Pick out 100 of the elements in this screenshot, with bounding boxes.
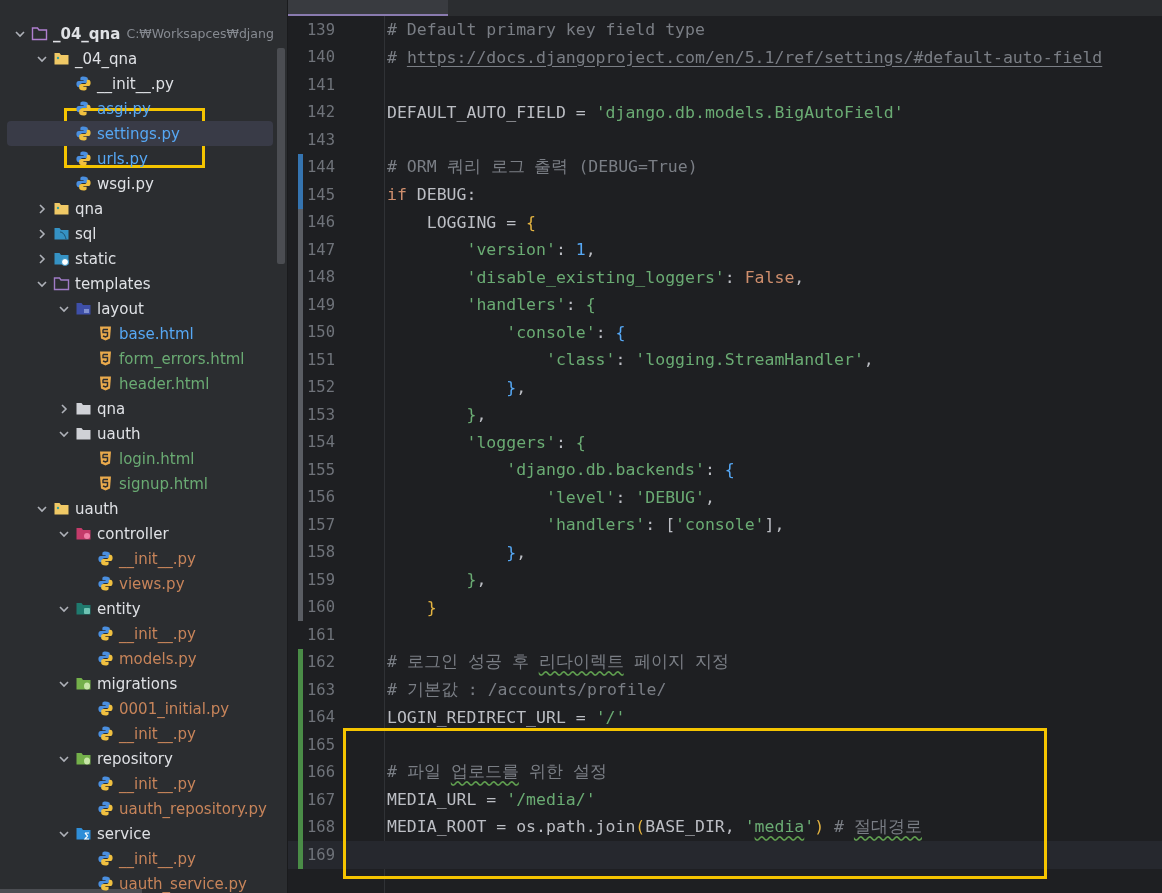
line-number: 168 xyxy=(306,818,335,837)
tree-item[interactable]: controller xyxy=(7,521,273,546)
code-line: 'loggers': { xyxy=(465,432,586,452)
folder-icon xyxy=(75,400,92,417)
line-number: 146 xyxy=(306,213,335,232)
tree-item[interactable]: __init__.py xyxy=(7,621,273,646)
code-line: }, xyxy=(505,542,527,562)
line-number: 155 xyxy=(306,460,335,479)
line-number: 166 xyxy=(306,763,335,782)
python-icon xyxy=(97,725,114,742)
tree-item[interactable]: layout xyxy=(7,296,273,321)
file-name: qna xyxy=(97,399,126,418)
folder-icon xyxy=(53,200,70,217)
scrollbar[interactable] xyxy=(277,48,285,264)
python-icon xyxy=(75,150,92,167)
tree-item[interactable]: wsgi.py xyxy=(7,171,273,196)
file-name: uauth xyxy=(97,424,141,443)
file-name: __init__.py xyxy=(119,724,196,743)
tree-item[interactable]: entity xyxy=(7,596,273,621)
code-line: if DEBUG: xyxy=(387,185,477,205)
tree-item[interactable]: sql xyxy=(7,221,273,246)
file-name: __init__.py xyxy=(97,74,174,93)
folder-icon xyxy=(75,600,92,617)
tree-item[interactable]: settings.py xyxy=(7,121,273,146)
tree-item[interactable]: uauth xyxy=(7,421,273,446)
editor-tab[interactable] xyxy=(288,0,448,16)
tree-item[interactable]: uauth_repository.py xyxy=(7,796,273,821)
line-number: 144 xyxy=(306,158,335,177)
tree-item[interactable]: __init__.py xyxy=(7,771,273,796)
tree-item[interactable]: service xyxy=(7,821,273,846)
code-line: # https://docs.djangoproject.com/en/5.1/ref/settings/#default-auto-field xyxy=(387,47,1103,67)
tree-item[interactable]: models.py xyxy=(7,646,273,671)
tree-item[interactable]: __init__.py xyxy=(7,546,273,571)
python-icon xyxy=(75,75,92,92)
file-name: layout xyxy=(97,299,144,318)
line-number: 145 xyxy=(306,185,335,204)
folder-icon xyxy=(75,675,92,692)
line-number: 153 xyxy=(306,405,335,424)
tree-item[interactable]: form_errors.html xyxy=(7,346,273,371)
file-name: form_errors.html xyxy=(119,349,245,368)
tree-item[interactable]: header.html xyxy=(7,371,273,396)
code-line: 'django.db.backends': { xyxy=(505,460,735,480)
tree-item[interactable]: qna xyxy=(7,396,273,421)
tree-item[interactable]: login.html xyxy=(7,446,273,471)
line-number: 149 xyxy=(306,295,335,314)
code-line: } xyxy=(425,597,437,617)
tree-item[interactable]: __init__.py xyxy=(7,846,273,871)
line-number: 141 xyxy=(306,75,335,94)
file-name: base.html xyxy=(119,324,194,343)
python-icon xyxy=(97,625,114,642)
file-name: login.html xyxy=(119,449,195,468)
file-name: 0001_initial.py xyxy=(119,699,230,718)
tree-item[interactable]: base.html xyxy=(7,321,273,346)
tree-item[interactable]: __init__.py xyxy=(7,71,273,96)
line-number: 162 xyxy=(306,653,335,672)
line-number: 156 xyxy=(306,488,335,507)
file-name: _04_qna xyxy=(53,24,121,43)
line-number: 154 xyxy=(306,433,335,452)
line-number: 167 xyxy=(306,790,335,809)
tree-item[interactable]: repository xyxy=(7,746,273,771)
file-name: service xyxy=(97,824,151,843)
file-name: uauth_service.py xyxy=(119,874,247,893)
python-icon xyxy=(75,100,92,117)
code-line: LOGGING = { xyxy=(425,212,536,232)
line-number: 152 xyxy=(306,378,335,397)
python-icon xyxy=(97,800,114,817)
code-line: 'handlers': ['console'], xyxy=(544,515,785,535)
tree-item[interactable]: static xyxy=(7,246,273,271)
file-name: qna xyxy=(75,199,104,218)
tree-item[interactable]: urls.py xyxy=(7,146,273,171)
file-name: migrations xyxy=(97,674,178,693)
tree-item[interactable]: uauth_service.py xyxy=(7,871,273,893)
tree-item[interactable]: __init__.py xyxy=(7,721,273,746)
tree-item[interactable]: _04_qna xyxy=(7,46,273,71)
file-name: repository xyxy=(97,749,173,768)
tree-item[interactable]: uauth xyxy=(7,496,273,521)
line-number: 148 xyxy=(306,268,335,287)
line-number: 142 xyxy=(306,103,335,122)
tree-item[interactable]: 0001_initial.py xyxy=(7,696,273,721)
python-icon xyxy=(75,175,92,192)
line-number: 151 xyxy=(306,350,335,369)
project-path: C:₩Worksapces₩djang xyxy=(126,26,274,41)
code-line: }, xyxy=(505,377,527,397)
line-number: 159 xyxy=(306,570,335,589)
code-line: # Default primary key field type xyxy=(387,20,705,40)
file-name: models.py xyxy=(119,649,197,668)
html-file-icon xyxy=(97,450,114,467)
tree-item[interactable]: signup.html xyxy=(7,471,273,496)
tree-item[interactable]: migrations xyxy=(7,671,273,696)
tree-item[interactable]: qna xyxy=(7,196,273,221)
folder-icon xyxy=(75,750,92,767)
file-name: settings.py xyxy=(97,124,180,143)
code-line: 'level': 'DEBUG', xyxy=(544,487,715,507)
line-number: 143 xyxy=(306,130,335,149)
file-name: controller xyxy=(97,524,169,543)
line-number: 158 xyxy=(306,543,335,562)
tree-item[interactable]: _04_qna C:₩Worksapces₩djang xyxy=(7,21,274,46)
code-line: }, xyxy=(465,570,487,590)
tree-item[interactable]: templates xyxy=(7,271,273,296)
tree-item[interactable]: views.py xyxy=(7,571,273,596)
